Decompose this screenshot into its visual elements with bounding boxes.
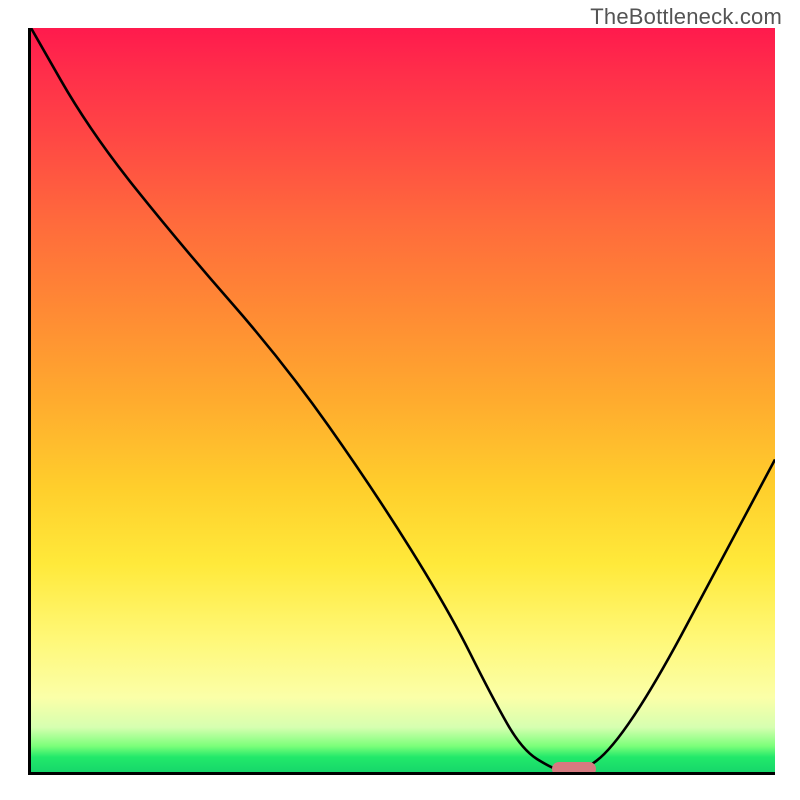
optimum-marker bbox=[552, 762, 596, 775]
plot-area bbox=[28, 28, 775, 775]
bottleneck-curve-path bbox=[31, 28, 775, 772]
bottleneck-curve-svg bbox=[31, 28, 775, 772]
watermark-text: TheBottleneck.com bbox=[590, 4, 782, 30]
chart-container: TheBottleneck.com bbox=[0, 0, 800, 800]
